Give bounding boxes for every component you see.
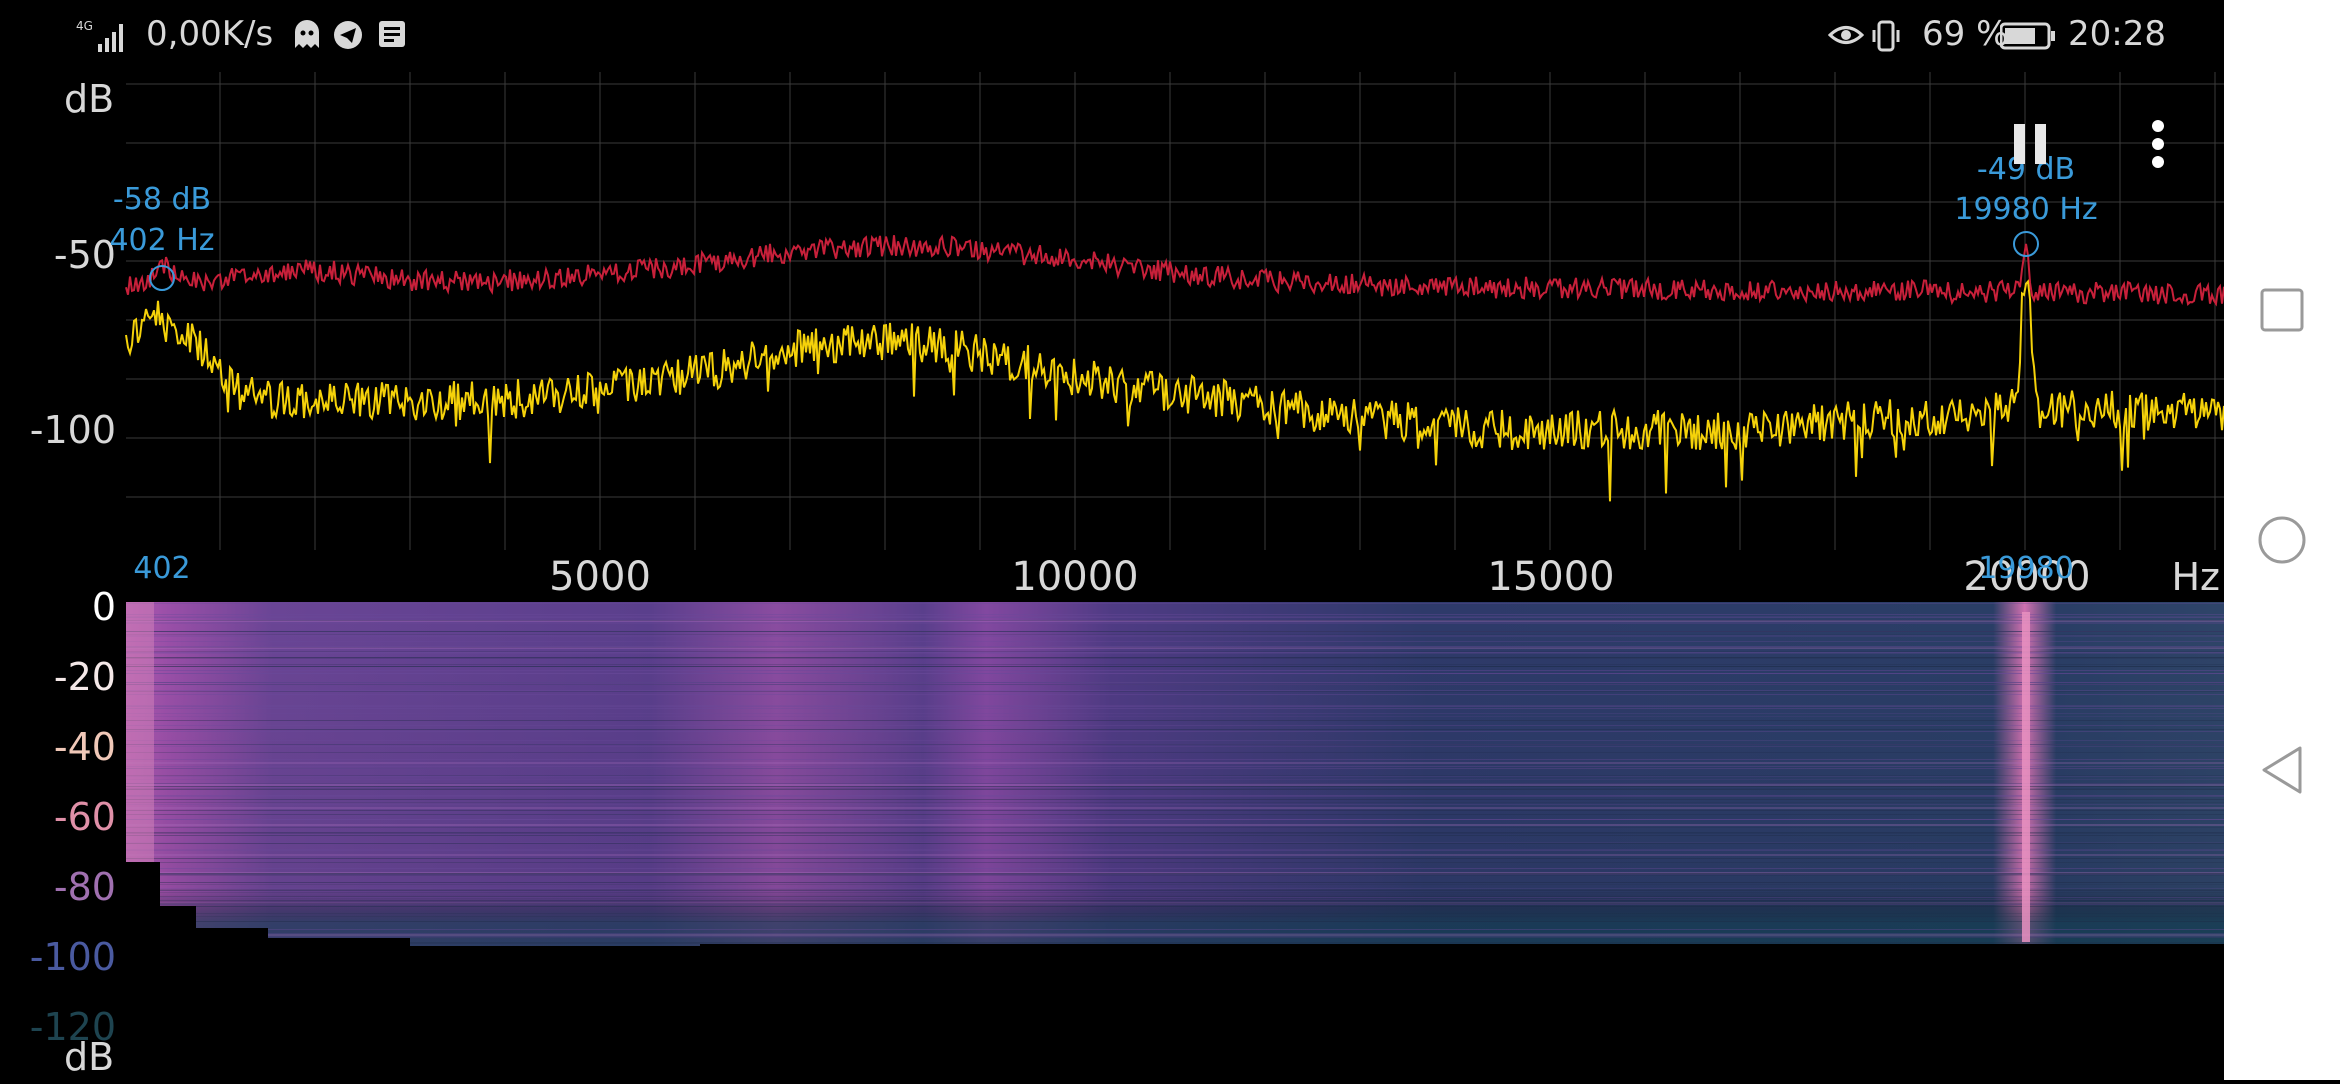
spectrum-analyzer-app: dB -50 -100 5000 10000 15000 20000 Hz -5… [0, 72, 2225, 1080]
recent-apps-icon [2260, 288, 2304, 332]
peak-hold-line [125, 234, 2225, 307]
vibrate-icon [1870, 20, 1902, 56]
scale-tick-100: -100 [30, 935, 116, 979]
spectrum-y-unit: dB [64, 77, 114, 121]
peak-left-hz: 402 Hz [109, 223, 214, 258]
clock: 20:28 [2068, 14, 2166, 54]
analyzer-canvas[interactable]: dB -50 -100 5000 10000 15000 20000 Hz -5… [0, 72, 2225, 1080]
pause-icon [2014, 124, 2046, 164]
x-tick-15000: 15000 [1487, 554, 1614, 600]
peak-right-hz: 19980 Hz [1954, 192, 2097, 227]
y-tick-minus100: -100 [30, 408, 116, 452]
net-speed: 0,00K/s [146, 14, 274, 54]
telegram-icon [333, 20, 363, 54]
scale-tick-80: -80 [54, 865, 116, 909]
overflow-menu-button[interactable] [2148, 118, 2168, 170]
x-unit: Hz [2171, 555, 2220, 599]
more-vertical-icon [2152, 120, 2164, 168]
back-button[interactable] [2248, 736, 2316, 804]
spectrum-grid [126, 72, 2224, 550]
current-spectrum-line [125, 279, 2225, 502]
status-bar: 4G 0,00K/s 69 % 20:28 [0, 0, 2224, 72]
peak-marker-left: -58 dB 402 Hz 402 [109, 182, 214, 586]
peak-marker-right: -49 dB 19980 Hz 19980 [1954, 152, 2097, 586]
ghost-icon [293, 20, 321, 54]
peak-right-axis-marker: 19980 [1978, 551, 2073, 586]
news-icon [378, 20, 406, 52]
home-icon [2258, 516, 2306, 564]
signal-icon: 4G [76, 16, 130, 60]
scale-tick-60: -60 [54, 795, 116, 839]
x-tick-10000: 10000 [1011, 554, 1138, 600]
network-type-label: 4G [76, 19, 93, 33]
eye-icon [1827, 20, 1865, 54]
peak-left-axis-marker: 402 [133, 551, 190, 586]
spectrogram-y-unit: dB [64, 1035, 114, 1079]
scale-tick-40: -40 [54, 725, 116, 769]
recent-apps-button[interactable] [2248, 276, 2316, 344]
spectrogram-panel: 0 -20 -40 -60 -80 -100 -120 dB [30, 585, 2224, 1080]
home-button[interactable] [2248, 506, 2316, 574]
x-tick-5000: 5000 [549, 554, 651, 600]
spectrum-panel: dB -50 -100 5000 10000 15000 20000 Hz -5… [30, 72, 2225, 600]
scale-tick-0: 0 [92, 585, 116, 629]
scale-tick-20: -20 [54, 655, 116, 699]
battery-percent: 69 % [1922, 14, 2009, 54]
navigation-bar [2224, 0, 2340, 1080]
pause-button[interactable] [2010, 120, 2050, 168]
y-tick-minus50: -50 [54, 233, 116, 277]
back-icon [2262, 746, 2302, 794]
battery-icon [1999, 22, 2056, 54]
peak-left-db: -58 dB [113, 182, 211, 217]
